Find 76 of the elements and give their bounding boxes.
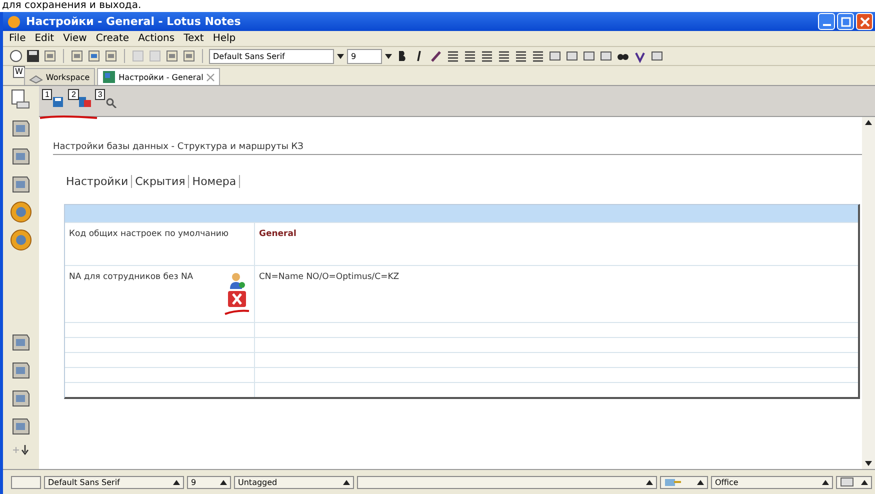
dropdown-arrow-icon[interactable] [343, 480, 350, 484]
minimize-icon [822, 24, 830, 26]
scroll-down-icon[interactable] [865, 461, 872, 466]
close-icon [860, 16, 870, 26]
field-value: CN=Name NO/O=Optimus/C=KZ [259, 272, 400, 282]
document-delete-icon [78, 94, 91, 108]
toolbar-icon[interactable] [531, 49, 545, 63]
document-tab[interactable]: Настройки - General [96, 68, 220, 85]
document-tab[interactable]: Workspace [24, 68, 95, 85]
action-button[interactable]: 1 [42, 86, 64, 108]
dropdown-arrow-icon[interactable] [697, 480, 704, 484]
person-icon[interactable] [228, 272, 246, 290]
menu-item[interactable]: File [9, 33, 26, 44]
menu-item[interactable]: Help [212, 33, 236, 44]
font-dropdown[interactable]: Default Sans Serif [209, 48, 334, 64]
tag-dropdown[interactable]: Untagged [234, 476, 354, 488]
scroll-up-icon[interactable] [865, 120, 872, 125]
form-tab[interactable]: Номера [189, 175, 240, 188]
close-button[interactable] [856, 13, 873, 30]
minimize-button[interactable] [818, 13, 835, 30]
toolbar-icon[interactable] [650, 49, 664, 63]
field-value: General [259, 229, 296, 239]
window-title: Настройки - General - Lotus Notes [26, 15, 241, 28]
action-button[interactable]: 2 [68, 86, 91, 108]
menu-item[interactable]: Actions [138, 33, 175, 44]
toolbar-icon[interactable] [582, 49, 596, 63]
list-icon[interactable] [446, 49, 460, 63]
toolbar-icon[interactable] [599, 49, 613, 63]
globe-icon[interactable] [9, 228, 33, 252]
dropdown-arrow-icon[interactable] [822, 480, 829, 484]
delete-icon[interactable] [227, 290, 247, 308]
document-icon [102, 70, 116, 84]
menu-item[interactable]: Create [96, 33, 130, 44]
underline-mark [39, 115, 99, 120]
computer-icon [664, 476, 682, 488]
connection-dropdown[interactable] [660, 476, 708, 488]
breadcrumb-text: Настройки базы данных - Структура и маршруты КЗ [53, 142, 862, 155]
dropdown-arrow-icon[interactable] [861, 480, 868, 484]
dropdown-arrow-icon[interactable] [220, 480, 227, 484]
list-icon[interactable] [463, 49, 477, 63]
dropdown-arrow-icon[interactable] [646, 480, 653, 484]
globe-icon[interactable] [9, 200, 33, 224]
scroll-arrows-icon[interactable] [11, 444, 31, 456]
close-tab-icon[interactable] [206, 72, 216, 82]
circle-icon[interactable] [9, 49, 23, 63]
action-button[interactable]: 3 [94, 86, 118, 108]
underline-mark [224, 308, 250, 316]
menu-item[interactable]: Edit [34, 33, 54, 44]
app-icon [7, 14, 21, 28]
list-icon[interactable] [480, 49, 494, 63]
list-icon[interactable] [497, 49, 511, 63]
maximize-button[interactable] [837, 13, 854, 30]
dropdown-arrow-icon[interactable] [337, 54, 344, 58]
maximize-icon [840, 16, 850, 26]
caption-text: для сохранения и выхода. [1, 0, 142, 12]
field-label: Код общих настроек по умолчанию [69, 229, 230, 239]
location-dropdown[interactable]: Office [711, 476, 833, 488]
field-label: NA для сотрудников без NA [69, 272, 194, 282]
toolbar-icon[interactable] [514, 49, 528, 63]
dropdown-arrow-icon[interactable] [173, 480, 180, 484]
menu-item[interactable]: View [63, 33, 87, 44]
scrollbar[interactable] [862, 117, 875, 469]
menu-item[interactable]: Text [184, 33, 204, 44]
status-field [11, 476, 41, 488]
toolbar-icon[interactable] [565, 49, 579, 63]
inbox-dropdown[interactable] [836, 476, 872, 488]
font-size-dropdown[interactable]: 9 [187, 476, 231, 488]
form-tab[interactable]: Настройки [63, 175, 132, 188]
envelope-icon [840, 477, 854, 487]
letter-badge: W [13, 66, 25, 78]
dropdown-arrow-icon[interactable] [385, 54, 392, 58]
font-size-dropdown[interactable]: 9 [347, 48, 382, 64]
form-tab[interactable]: Скрытия [132, 175, 190, 188]
font-dropdown[interactable]: Default Sans Serif [44, 476, 184, 488]
toolbar-icon[interactable] [548, 49, 562, 63]
toolbar-icon[interactable] [429, 49, 443, 63]
